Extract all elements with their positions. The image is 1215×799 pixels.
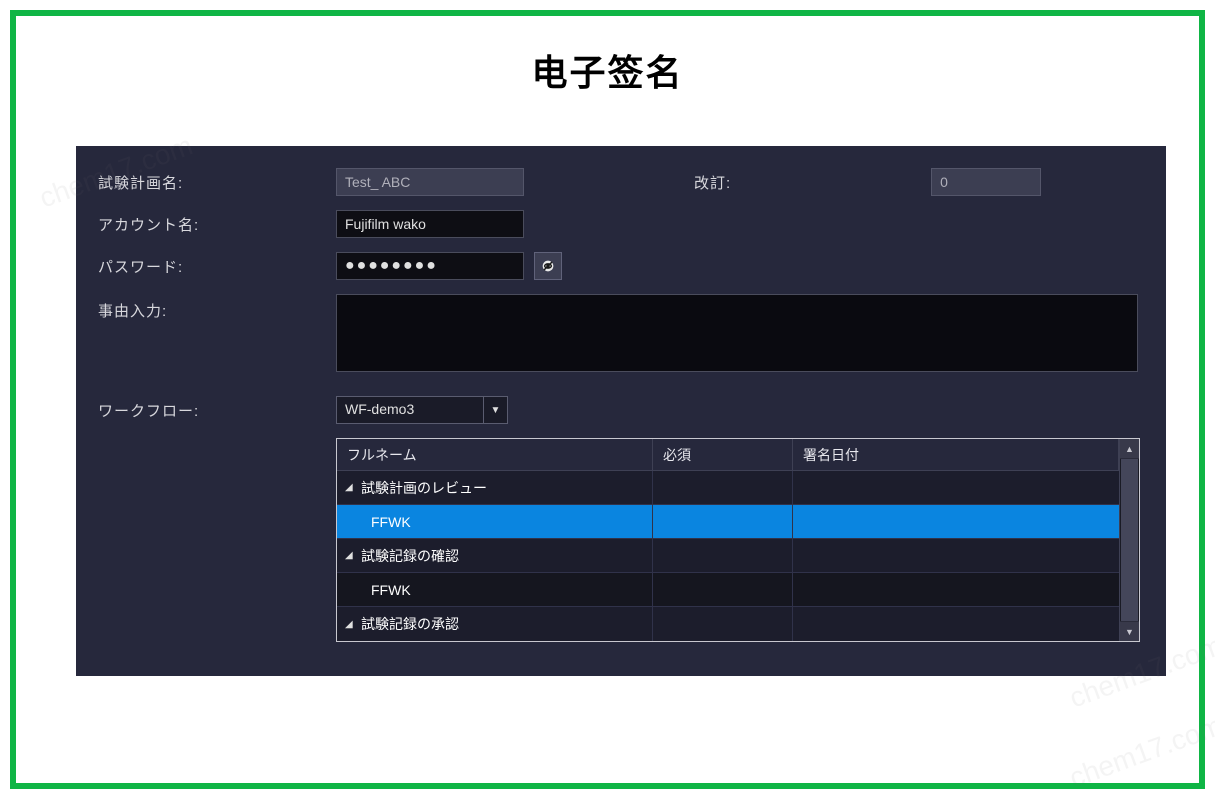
row-password: パスワード: ●●●●●●●●: [96, 252, 1146, 280]
signature-form-panel: 試験計画名: 改訂: アカウント名: パスワード: ●●●●●●●●: [76, 146, 1166, 676]
scroll-up-button[interactable]: ▲: [1120, 439, 1139, 459]
expand-icon: ◢: [345, 550, 355, 561]
workflow-dropdown[interactable]: WF-demo3 ▼: [336, 396, 508, 424]
reason-textarea[interactable]: [336, 294, 1138, 372]
scroll-track[interactable]: [1120, 459, 1139, 621]
toggle-password-visibility-button[interactable]: [534, 252, 562, 280]
table-group-row[interactable]: ◢ 試験記録の承認: [337, 607, 1119, 641]
row-testplan: 試験計画名: 改訂:: [96, 168, 1146, 196]
th-required[interactable]: 必須: [653, 439, 793, 470]
group-label: 試験計画のレビュー: [361, 478, 487, 498]
th-fullname[interactable]: フルネーム: [337, 439, 653, 470]
group-label: 試験記録の承認: [361, 614, 459, 634]
table-row-selected[interactable]: FFWK: [337, 505, 1119, 539]
row-account: アカウント名:: [96, 210, 1146, 238]
workflow-selected: WF-demo3: [337, 397, 483, 423]
row-name: FFWK: [371, 514, 411, 530]
vertical-scrollbar[interactable]: ▲ ▼: [1119, 439, 1139, 641]
scroll-thumb[interactable]: [1121, 459, 1138, 621]
expand-icon: ◢: [345, 482, 355, 493]
label-testplanname: 試験計画名:: [96, 172, 336, 193]
label-password: パスワード:: [96, 256, 336, 277]
label-accountname: アカウント名:: [96, 214, 336, 235]
page-title: 电子签名: [16, 16, 1199, 116]
row-name: FFWK: [371, 582, 411, 598]
label-revision: 改訂:: [694, 172, 731, 193]
eye-slash-icon: [540, 258, 556, 274]
scroll-down-button[interactable]: ▼: [1120, 621, 1139, 641]
label-reason: 事由入力:: [96, 294, 336, 321]
row-reason: 事由入力:: [96, 294, 1146, 372]
row-workflow: ワークフロー: WF-demo3 ▼: [96, 396, 1146, 424]
group-label: 試験記録の確認: [361, 546, 459, 566]
accountname-input[interactable]: [336, 210, 524, 238]
table-group-row[interactable]: ◢ 試験記録の確認: [337, 539, 1119, 573]
label-workflow: ワークフロー:: [96, 400, 336, 421]
table-row[interactable]: FFWK: [337, 573, 1119, 607]
watermark: chem17.com: [1065, 710, 1215, 795]
table-group-row[interactable]: ◢ 試験計画のレビュー: [337, 471, 1119, 505]
testplanname-field: [336, 168, 524, 196]
table-header: フルネーム 必須 署名日付: [337, 439, 1119, 471]
workflow-table: フルネーム 必須 署名日付 ◢ 試験計画のレビュー FFWK: [336, 438, 1140, 642]
th-sigdate[interactable]: 署名日付: [793, 439, 1119, 470]
expand-icon: ◢: [345, 619, 355, 630]
revision-field: [931, 168, 1041, 196]
chevron-down-icon: ▼: [483, 397, 507, 423]
password-input[interactable]: ●●●●●●●●: [336, 252, 524, 280]
